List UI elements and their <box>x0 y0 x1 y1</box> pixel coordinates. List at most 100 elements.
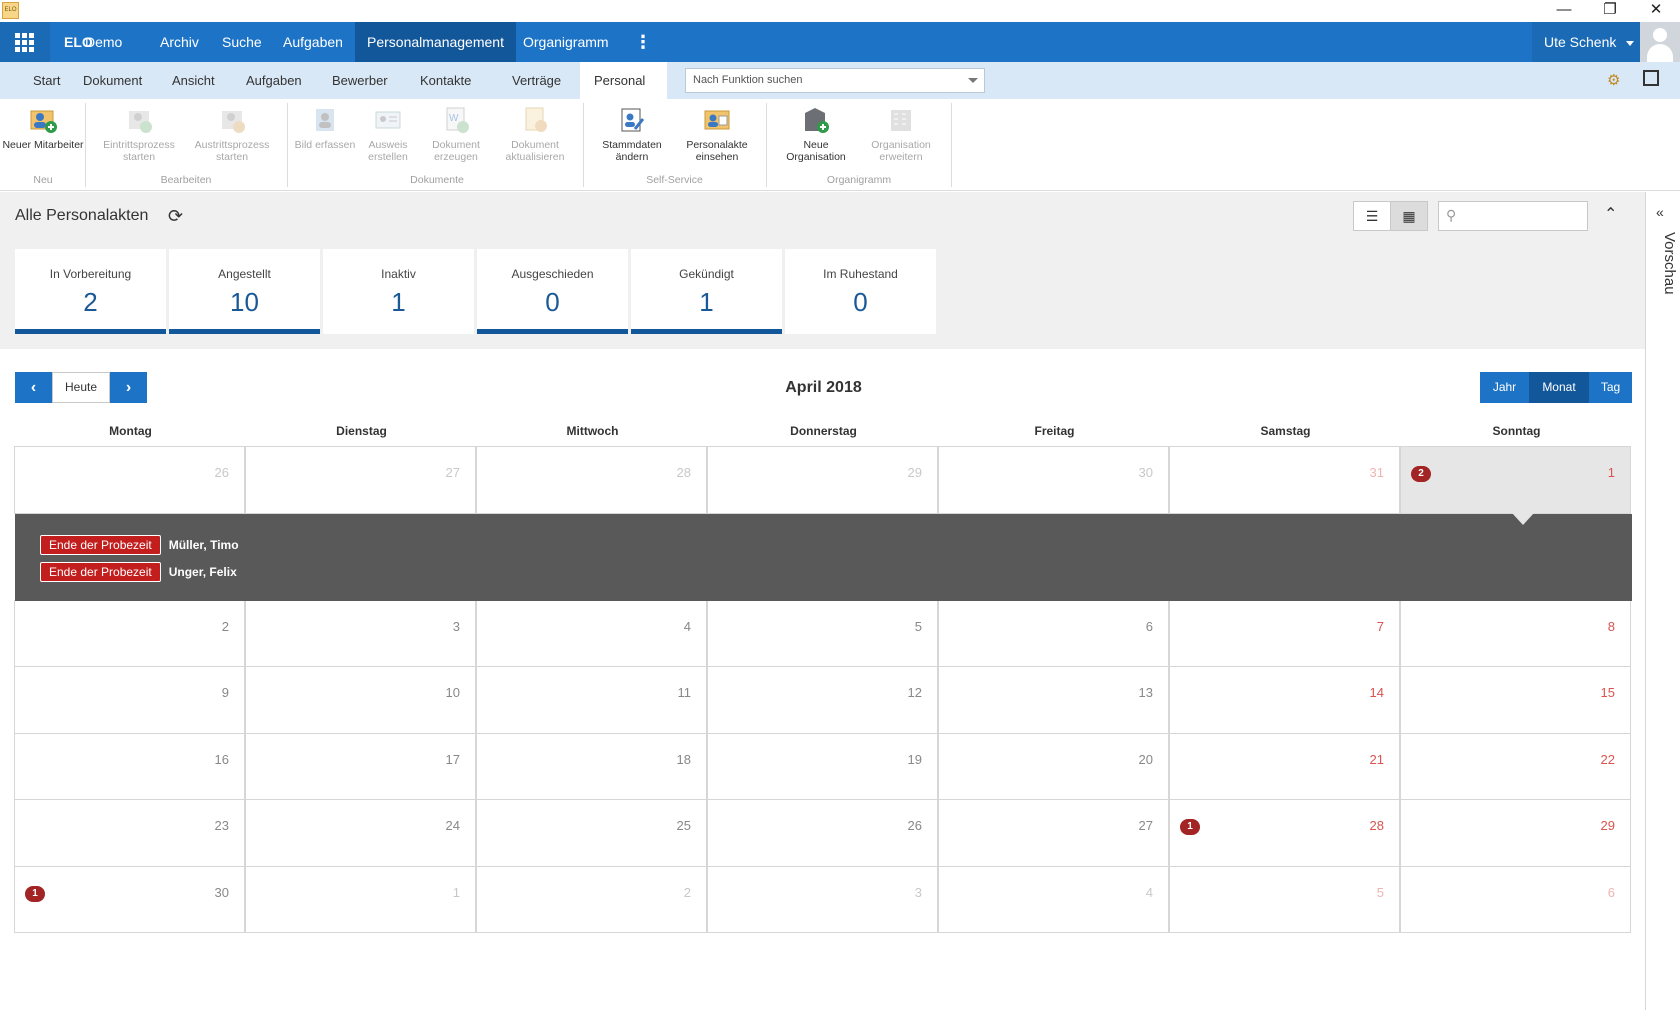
status-card-ausgeschieden[interactable]: Ausgeschieden 0 <box>477 249 628 334</box>
calendar-day-cell[interactable]: 17 <box>245 732 476 800</box>
search-input[interactable]: ⚲ <box>1438 201 1588 231</box>
calendar-day-cell[interactable]: 27 <box>245 446 476 514</box>
status-card-inaktiv[interactable]: Inaktiv 1 <box>323 249 474 334</box>
start-exit-process-button[interactable]: Austrittsprozess starten <box>189 105 275 163</box>
edit-master-data-button[interactable]: Stammdaten ändern <box>590 105 674 163</box>
calendar-day-cell[interactable]: 28 1 <box>1169 799 1400 867</box>
calendar-day-cell[interactable]: 7 <box>1169 599 1400 667</box>
event-person[interactable]: Müller, Timo <box>169 535 239 555</box>
event-item[interactable]: Ende der Probezeit Müller, Timo <box>40 534 239 555</box>
minimize-button[interactable]: — <box>1541 0 1587 22</box>
nav-aufgaben[interactable]: Aufgaben <box>271 22 355 62</box>
tab-aufgaben[interactable]: Aufgaben <box>232 62 316 99</box>
view-mode-year-button[interactable]: Jahr <box>1480 372 1529 403</box>
nav-suche[interactable]: Suche <box>210 22 274 62</box>
app-launcher-icon[interactable] <box>0 22 50 62</box>
nav-personalmanagement[interactable]: Personalmanagement <box>355 22 516 62</box>
calendar-day-cell[interactable]: 20 <box>938 732 1169 800</box>
calendar-day-cell[interactable]: 9 <box>14 666 245 734</box>
status-card-im-ruhestand[interactable]: Im Ruhestand 0 <box>785 249 936 334</box>
event-count-badge[interactable]: 1 <box>25 885 45 902</box>
calendar-day-cell[interactable]: 16 <box>14 732 245 800</box>
calendar-day-cell[interactable]: 12 <box>1400 446 1631 514</box>
restore-button[interactable]: ❐ <box>1587 0 1633 22</box>
calendar-day-cell[interactable]: 12 <box>707 666 938 734</box>
calendar-day-cell[interactable]: 29 <box>707 446 938 514</box>
start-entry-process-button[interactable]: Eintrittsprozess starten <box>96 105 182 163</box>
close-window-button[interactable]: ✕ <box>1633 0 1679 22</box>
calendar-day-cell[interactable]: 22 <box>1400 732 1631 800</box>
preview-panel-rail[interactable]: « Vorschau <box>1645 192 1680 1010</box>
nav-organigramm[interactable]: Organigramm <box>511 22 621 62</box>
calendar-day-cell[interactable]: 30 1 <box>14 865 245 933</box>
plugin-icon[interactable]: ⚙ <box>1607 71 1620 89</box>
calendar-day-cell[interactable]: 2 <box>14 599 245 667</box>
calendar-day-cell[interactable]: 10 <box>245 666 476 734</box>
tab-start[interactable]: Start <box>19 62 74 99</box>
calendar-day-cell[interactable]: 31 <box>1169 446 1400 514</box>
view-personnel-file-button[interactable]: Personalakte einsehen <box>675 105 759 163</box>
event-person[interactable]: Unger, Felix <box>169 562 237 582</box>
new-organization-button[interactable]: Neue Organisation <box>774 105 858 163</box>
status-card-angestellt[interactable]: Angestellt 10 <box>169 249 320 334</box>
view-mode-month-button[interactable]: Monat <box>1529 372 1589 403</box>
calendar-day-cell[interactable]: 18 <box>476 732 707 800</box>
update-document-button[interactable]: Dokument aktualisieren <box>495 105 575 163</box>
calendar-day-cell[interactable]: 29 <box>1400 799 1631 867</box>
calendar-day-cell[interactable]: 30 <box>938 446 1169 514</box>
more-menu-icon[interactable]: ⋮ <box>622 22 664 62</box>
status-card-in-vorbereitung[interactable]: In Vorbereitung 2 <box>15 249 166 334</box>
calendar-day-cell[interactable]: 27 <box>938 799 1169 867</box>
calendar-day-cell[interactable]: 26 <box>707 799 938 867</box>
calendar-day-cell[interactable]: 26 <box>14 446 245 514</box>
tab-dokument[interactable]: Dokument <box>69 62 156 99</box>
event-count-badge[interactable]: 1 <box>1180 819 1200 835</box>
calendar-day-cell[interactable]: 4 <box>476 599 707 667</box>
calendar-day-cell[interactable]: 3 <box>707 865 938 933</box>
event-type-tag[interactable]: Ende der Probezeit <box>40 534 161 555</box>
calendar-day-cell[interactable]: 11 <box>476 666 707 734</box>
calendar-day-cell[interactable]: 23 <box>14 799 245 867</box>
list-view-button[interactable]: ☰ <box>1353 201 1391 231</box>
user-menu[interactable]: Ute Schenk <box>1532 22 1640 62</box>
calendar-day-cell[interactable]: 19 <box>707 732 938 800</box>
status-card-gekuendigt[interactable]: Gekündigt 1 <box>631 249 782 334</box>
function-search-dropdown[interactable]: Nach Funktion suchen <box>685 68 985 93</box>
calendar-day-cell[interactable]: 6 <box>1400 865 1631 933</box>
calendar-day-cell[interactable]: 3 <box>245 599 476 667</box>
tab-vertraege[interactable]: Verträge <box>498 62 575 99</box>
tab-ansicht[interactable]: Ansicht <box>158 62 229 99</box>
create-document-button[interactable]: W Dokument erzeugen <box>421 105 491 163</box>
calendar-day-cell[interactable]: 5 <box>707 599 938 667</box>
capture-photo-button[interactable]: Bild erfassen <box>294 105 356 151</box>
calendar-day-cell[interactable]: 1 <box>245 865 476 933</box>
calendar-day-cell[interactable]: 28 <box>476 446 707 514</box>
calendar-day-cell[interactable]: 2 <box>476 865 707 933</box>
calendar-view-button[interactable]: ▦ <box>1390 201 1428 231</box>
calendar-day-cell[interactable]: 5 <box>1169 865 1400 933</box>
calendar-day-cell[interactable]: 24 <box>245 799 476 867</box>
event-item[interactable]: Ende der Probezeit Unger, Felix <box>40 561 237 582</box>
expand-preview-icon[interactable]: « <box>1656 204 1664 220</box>
tab-kontakte[interactable]: Kontakte <box>406 62 485 99</box>
tab-bewerber[interactable]: Bewerber <box>318 62 402 99</box>
nav-archiv[interactable]: Archiv <box>148 22 211 62</box>
event-count-badge[interactable]: 2 <box>1411 466 1431 482</box>
calendar-day-cell[interactable]: 6 <box>938 599 1169 667</box>
view-mode-day-button[interactable]: Tag <box>1589 372 1632 403</box>
calendar-day-cell[interactable]: 8 <box>1400 599 1631 667</box>
extend-organization-button[interactable]: Organisation erweitern <box>859 105 943 163</box>
calendar-day-cell[interactable]: 14 <box>1169 666 1400 734</box>
calendar-day-cell[interactable]: 13 <box>938 666 1169 734</box>
calendar-day-cell[interactable]: 21 <box>1169 732 1400 800</box>
calendar-day-cell[interactable]: 4 <box>938 865 1169 933</box>
tab-personal[interactable]: Personal <box>580 62 667 99</box>
calendar-day-cell[interactable]: 15 <box>1400 666 1631 734</box>
create-id-card-button[interactable]: Ausweis erstellen <box>357 105 419 163</box>
collapse-icon[interactable]: ⌃ <box>1604 204 1617 224</box>
calendar-day-cell[interactable]: 25 <box>476 799 707 867</box>
fullscreen-icon[interactable] <box>1643 70 1659 86</box>
new-employee-button[interactable]: Neuer Mitarbeiter <box>0 105 86 151</box>
refresh-icon[interactable]: ⟳ <box>168 206 183 227</box>
avatar[interactable] <box>1640 22 1680 62</box>
